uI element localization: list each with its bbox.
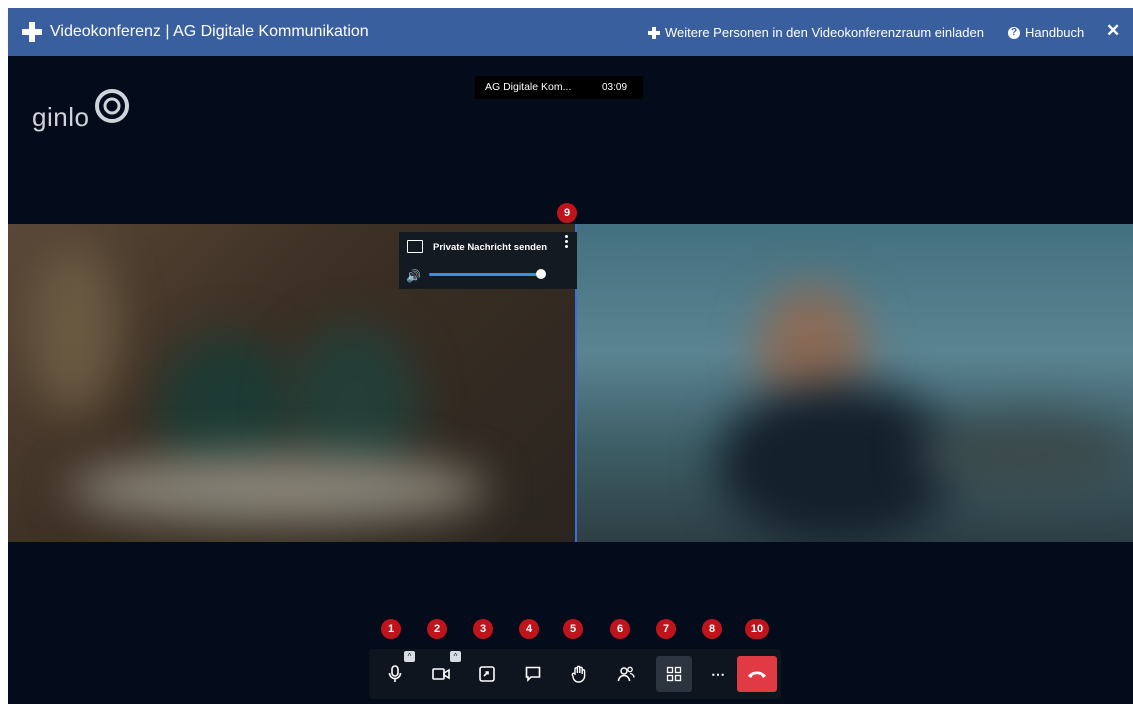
callout-badge-1: 1 xyxy=(381,619,401,639)
volume-slider-knob[interactable] xyxy=(536,269,546,279)
camera-button[interactable] xyxy=(427,660,455,688)
logo-text: ginlo xyxy=(32,102,90,132)
close-icon[interactable]: ✕ xyxy=(1106,21,1120,41)
room-name: AG Digitale Kom... xyxy=(485,81,572,93)
hand-icon xyxy=(571,665,586,683)
help-icon: ? xyxy=(1008,26,1020,39)
camera-icon xyxy=(432,668,450,680)
microphone-icon xyxy=(388,665,402,682)
screen-share-icon xyxy=(479,666,495,682)
window-title: Videokonferenz | AG Digitale Kommunikati… xyxy=(50,23,369,40)
video-blur-shape xyxy=(68,454,488,524)
manual-label: Handbuch xyxy=(1025,25,1085,40)
plus-icon xyxy=(648,26,660,39)
volume-slider[interactable] xyxy=(429,269,546,279)
callout-badge-2: 2 xyxy=(427,619,447,639)
invite-people-button[interactable]: Weitere Personen in den Videokonferenzra… xyxy=(648,25,984,40)
participant-context-menu: Private Nachricht senden 🔊 xyxy=(399,232,577,289)
invite-label: Weitere Personen in den Videokonferenzra… xyxy=(665,25,984,40)
microphone-options-chevron-up-icon[interactable]: ^ xyxy=(404,651,415,662)
microphone-button[interactable] xyxy=(381,660,409,688)
participant-video-right[interactable] xyxy=(577,224,1133,542)
callout-badge-7: 7 xyxy=(656,619,676,639)
callout-badge-5: 5 xyxy=(563,619,583,639)
private-message-button[interactable]: Private Nachricht senden xyxy=(433,242,547,253)
manual-button[interactable]: ? Handbuch xyxy=(1008,25,1084,40)
participants-icon xyxy=(617,666,635,682)
tile-view-button[interactable] xyxy=(656,656,692,692)
grid-icon xyxy=(666,666,682,682)
video-blur-shape xyxy=(28,244,118,414)
callout-badge-3: 3 xyxy=(473,619,493,639)
add-plus-icon[interactable] xyxy=(22,22,42,42)
call-timer: 03:09 xyxy=(602,82,628,93)
callout-badge-6: 6 xyxy=(610,619,630,639)
chat-bubble-icon[interactable] xyxy=(407,240,423,253)
callout-badge-10: 10 xyxy=(745,619,769,639)
chat-icon xyxy=(525,666,541,682)
callout-badge-8: 8 xyxy=(702,619,722,639)
volume-icon[interactable]: 🔊 xyxy=(406,269,421,283)
top-bar: Videokonferenz | AG Digitale Kommunikati… xyxy=(8,8,1133,56)
screen-share-button[interactable] xyxy=(473,660,501,688)
room-status-bar: AG Digitale Kom... 03:09 xyxy=(475,76,643,99)
ginlo-logo: ginlo xyxy=(32,86,142,146)
chat-button[interactable] xyxy=(519,660,547,688)
participants-button[interactable] xyxy=(612,660,640,688)
phone-hangup-icon xyxy=(748,671,766,678)
more-icon[interactable]: ⋯ xyxy=(704,660,732,688)
raise-hand-button[interactable] xyxy=(565,660,593,688)
callout-badge-9: 9 xyxy=(557,203,577,223)
hangup-button[interactable] xyxy=(737,656,777,692)
camera-options-chevron-up-icon[interactable]: ^ xyxy=(450,651,461,662)
video-blur-shape xyxy=(917,414,1133,494)
conference-window: Videokonferenz | AG Digitale Kommunikati… xyxy=(8,8,1133,704)
call-toolbar: ^ ^ ⋯ xyxy=(369,649,781,699)
callout-badge-4: 4 xyxy=(519,619,539,639)
kebab-menu-icon[interactable] xyxy=(565,235,568,250)
logo-ring-icon xyxy=(95,89,129,123)
